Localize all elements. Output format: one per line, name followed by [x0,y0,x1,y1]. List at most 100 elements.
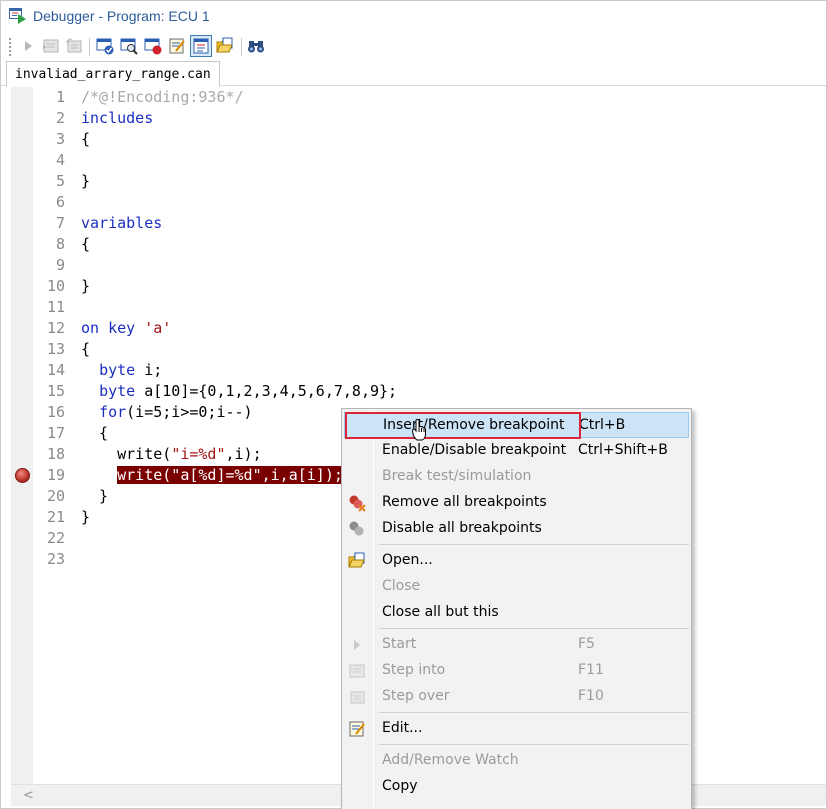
code-text[interactable]: { [81,423,108,444]
code-line[interactable]: 11 [11,297,826,318]
line-number: 3 [55,130,65,148]
menu-item-copy[interactable]: Copy [344,774,689,800]
toggle-breakpoint-button[interactable] [142,35,164,57]
line-number: 14 [46,361,65,379]
inspect-icon [120,38,138,55]
menu-item-break-test-simulation[interactable]: Break test/simulation [344,464,689,490]
line-number: 10 [46,277,65,295]
code-text[interactable]: write("i=%d",i); [81,444,262,465]
disable-breakpoints-icon [348,520,366,538]
menu-item-close-all-but-this[interactable]: Close all but this [344,600,689,626]
line-number: 18 [46,445,65,463]
line-number: 4 [55,151,65,169]
step-into-button[interactable] [40,35,62,57]
code-text[interactable]: } [81,171,90,192]
menu-item-enable-disable-breakpoint[interactable]: Enable/Disable breakpoint Ctrl+Shift+B [344,438,689,464]
menu-item-label: Close [382,578,421,594]
menu-item-step-into[interactable]: Step into F11 [344,658,689,684]
run-icon [348,636,366,654]
remove-breakpoints-icon [348,494,366,512]
menu-separator [379,712,689,713]
title-bar: Debugger - Program: ECU 1 [1,1,826,32]
find-binoculars-icon [248,41,264,53]
menu-item-open[interactable]: Open... [344,548,689,574]
code-line[interactable]: 2 includes [11,108,826,129]
edit-button[interactable] [166,35,188,57]
code-text[interactable]: byte a[10]={0,1,2,3,4,5,6,7,8,9}; [81,381,397,402]
context-menu: Insert/Remove breakpoint Ctrl+B Enable/Dis… [341,408,692,809]
menu-item-shortcut: Ctrl+Shift+B [578,442,668,458]
line-number: 16 [46,403,65,421]
code-token: { [81,130,91,148]
code-token: i; [135,361,163,379]
code-text[interactable]: /*@!Encoding:936*/ [81,87,244,108]
find-button[interactable] [245,35,267,57]
code-text[interactable]: } [81,486,108,507]
menu-item-label: Step over [382,688,450,704]
edit-icon [348,720,366,738]
code-text[interactable]: variables [81,213,162,234]
view-toggle-button[interactable] [190,35,212,57]
code-text[interactable]: { [81,234,90,255]
tab-source-file[interactable]: invaliad_arrary_range.can [6,61,220,87]
code-line[interactable]: 15 byte a[10]={0,1,2,3,4,5,6,7,8,9}; [11,381,826,402]
code-text[interactable]: { [81,129,90,150]
code-token: "i=%d" [171,445,226,463]
window-title: Debugger - Program: ECU 1 [33,8,210,24]
menu-item-shortcut: F10 [578,688,604,704]
menu-item-step-over[interactable]: Step over F10 [344,684,689,710]
scroll-left-arrow-icon[interactable]: < [23,788,34,803]
code-text[interactable]: includes [81,108,153,129]
code-line[interactable]: 14 byte i; [11,360,826,381]
menu-item-disable-all-breakpoints[interactable]: Disable all breakpoints [344,516,689,542]
toolbar-grip[interactable] [9,38,11,56]
code-line[interactable]: 6 [11,192,826,213]
menu-item-start[interactable]: Start F5 [344,632,689,658]
menu-item-remove-all-breakpoints[interactable]: Remove all breakpoints [344,490,689,516]
debugger-window: Debugger - Program: ECU 1 invaliad_arrar… [0,0,827,809]
code-text[interactable]: } [81,276,90,297]
menu-item-close[interactable]: Close [344,574,689,600]
breakpoint-marker-icon[interactable] [15,468,30,483]
code-text[interactable]: byte i; [81,360,162,381]
menu-item-add-remove-watch[interactable]: Add/Remove Watch [344,748,689,774]
inspect-button[interactable] [118,35,140,57]
code-text[interactable]: { [81,339,90,360]
hand-cursor-icon [412,419,426,441]
menu-separator [379,544,689,545]
menu-item-label: Edit... [382,720,423,736]
code-text[interactable]: for(i=5;i>=0;i--) [81,402,253,423]
code-line[interactable]: 7 variables [11,213,826,234]
check-program-icon [96,38,114,55]
line-number: 8 [55,235,65,253]
line-number: 20 [46,487,65,505]
open-button[interactable] [214,35,236,57]
code-text[interactable]: on key 'a' [81,318,171,339]
menu-item-insert-remove-breakpoint[interactable]: Insert/Remove breakpoint Ctrl+B [344,412,689,438]
code-text[interactable]: write("a[%d]=%d",i,a[i]); [81,465,343,486]
code-line[interactable]: 3{ [11,129,826,150]
code-token: { [81,424,109,442]
code-line[interactable]: 9 [11,255,826,276]
line-number: 15 [46,382,65,400]
step-into-icon [348,662,366,680]
code-token: 'a' [144,319,172,337]
code-text[interactable]: } [81,507,90,528]
toolbar-separator [89,38,90,56]
menu-item-edit[interactable]: Edit... [344,716,689,742]
step-over-button[interactable] [63,35,85,57]
code-line[interactable]: 12 on key 'a' [11,318,826,339]
run-button[interactable] [17,35,39,57]
code-line[interactable]: 1 /*@!Encoding:936*/ [11,87,826,108]
code-line[interactable]: 8{ [11,234,826,255]
code-line[interactable]: 5} [11,171,826,192]
stop-breakpoint-icon [144,38,162,55]
check-program-button[interactable] [94,35,116,57]
code-line[interactable]: 10} [11,276,826,297]
current-statement: write("a[%d]=%d",i,a[i]); [117,466,343,484]
code-line[interactable]: 4 [11,150,826,171]
code-line[interactable]: 13 { [11,339,826,360]
view-toggle-icon [193,38,209,54]
menu-item-shortcut: Ctrl+B [579,417,626,433]
step-over-icon [66,38,82,53]
